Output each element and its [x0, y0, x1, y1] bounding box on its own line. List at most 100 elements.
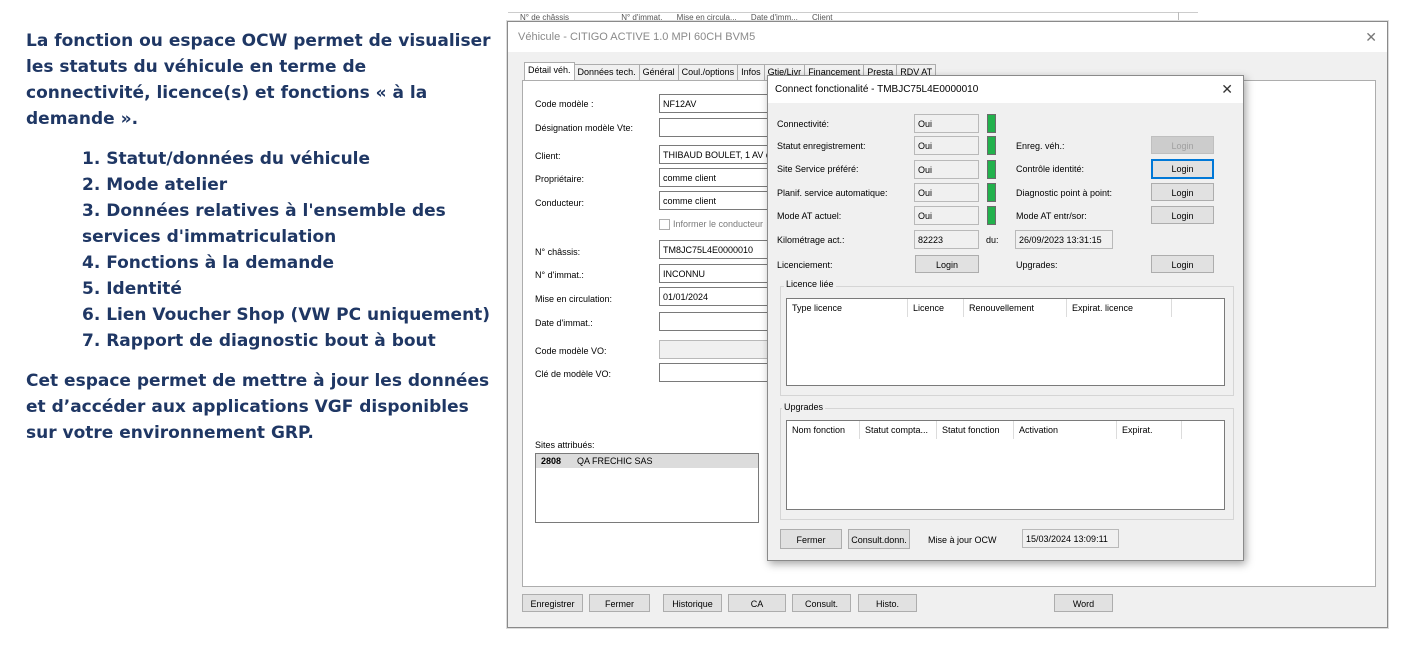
column-header-nom-fonction[interactable]: Nom fonction: [787, 421, 860, 439]
diagnostic-login-button[interactable]: Login: [1151, 183, 1214, 201]
window-title: Véhicule - CITIGO ACTIVE 1.0 MPI 60CH BV…: [518, 31, 756, 43]
licence-group-label: Licence liée: [784, 279, 836, 289]
tab-donnees-tech[interactable]: Données tech.: [573, 64, 640, 80]
statut-status-indicator: [987, 136, 996, 155]
controle-identite-login-button[interactable]: Login: [1151, 159, 1214, 179]
cle-vo-label: Clé de modèle VO:: [535, 369, 612, 379]
code-modele-field[interactable]: NF12AV: [659, 94, 779, 113]
cle-vo-field[interactable]: [659, 363, 779, 382]
mise-circulation-field[interactable]: 01/01/2024: [659, 287, 779, 306]
connect-dialog: Connect fonctionalité - TMBJC75L4E000001…: [767, 75, 1244, 561]
conducteur-label: Conducteur:: [535, 198, 585, 208]
du-field: 26/09/2023 13:31:15: [1015, 230, 1113, 249]
site-service-label: Site Service préféré:: [777, 164, 859, 174]
chassis-label: N° châssis:: [535, 247, 581, 257]
checkbox-box[interactable]: [659, 219, 670, 231]
connectivite-field: Oui: [914, 114, 979, 133]
feature-item: 2. Mode atelier: [82, 175, 228, 195]
fermer-button[interactable]: Fermer: [589, 594, 650, 612]
feature-list: 1. Statut/données du véhicule 2. Mode at…: [26, 146, 496, 354]
site-status-indicator: [987, 160, 996, 179]
immat-field[interactable]: INCONNU: [659, 264, 779, 283]
enreg-veh-login-button: Login: [1151, 136, 1214, 154]
site-service-field: Oui: [914, 160, 979, 179]
code-modele-label: Code modèle :: [535, 99, 594, 109]
proprietaire-label: Propriétaire:: [535, 174, 585, 184]
chassis-field[interactable]: TM8JC75L4E0000010: [659, 240, 779, 259]
vehicle-window-titlebar: Véhicule - CITIGO ACTIVE 1.0 MPI 60CH BV…: [508, 22, 1387, 52]
upgrades-group-label: Upgrades: [782, 402, 826, 412]
column-header-renouvellement[interactable]: Renouvellement: [964, 299, 1067, 317]
column-header-type-licence[interactable]: Type licence: [787, 299, 908, 317]
mode-at-field: Oui: [914, 206, 979, 225]
site-name: QA FRECHIC SAS: [577, 456, 653, 466]
informer-conducteur-checkbox[interactable]: Informer le conducteur: [659, 219, 764, 231]
fermer-button[interactable]: Fermer: [780, 529, 842, 549]
mode-at-status-indicator: [987, 206, 996, 225]
conducteur-field[interactable]: comme client: [659, 191, 779, 210]
tab-coul-options[interactable]: Coul./options: [677, 64, 739, 80]
mise-circulation-label: Mise en circulation:: [535, 294, 613, 304]
date-immat-field[interactable]: [659, 312, 779, 331]
designation-label: Désignation modèle Vte:: [535, 123, 634, 133]
code-vo-label: Code modèle VO:: [535, 346, 607, 356]
word-button[interactable]: Word: [1054, 594, 1113, 612]
upgrades-label: Upgrades:: [1016, 260, 1058, 270]
code-vo-field: [659, 340, 779, 359]
sites-list[interactable]: 2808 QA FRECHIC SAS: [535, 453, 759, 523]
feature-item: 4. Fonctions à la demande: [82, 253, 335, 273]
controle-identite-label: Contrôle identité:: [1016, 164, 1085, 174]
explanation-panel: La fonction ou espace OCW permet de visu…: [26, 28, 496, 446]
column-header-statut-fonction[interactable]: Statut fonction: [937, 421, 1014, 439]
sites-label: Sites attribués:: [535, 440, 595, 450]
column-header-licence[interactable]: Licence: [908, 299, 964, 317]
mode-at-entr-label: Mode AT entr/sor:: [1016, 211, 1087, 221]
mode-at-label: Mode AT actuel:: [777, 211, 842, 221]
statut-field: Oui: [914, 136, 979, 155]
designation-field[interactable]: [659, 118, 779, 137]
licenciement-label: Licenciement:: [777, 260, 833, 270]
proprietaire-field[interactable]: comme client: [659, 168, 779, 187]
tab-infos[interactable]: Infos: [737, 64, 765, 80]
histo-button[interactable]: Histo.: [858, 594, 917, 612]
client-field[interactable]: THIBAUD BOULET, 1 AV d: [659, 145, 779, 164]
close-icon[interactable]: ✕: [1365, 22, 1377, 52]
feature-item: 6. Lien Voucher Shop (VW PC uniquement): [82, 305, 491, 325]
enregistrer-button[interactable]: Enregistrer: [522, 594, 583, 612]
feature-item: 5. Identité: [82, 279, 182, 299]
date-immat-label: Date d'immat.:: [535, 318, 593, 328]
column-header-activation[interactable]: Activation: [1014, 421, 1117, 439]
vehicle-button-bar: Enregistrer Fermer Historique CA Consult…: [508, 589, 1387, 627]
du-label: du:: [986, 235, 999, 245]
column-header-expirat[interactable]: Expirat.: [1117, 421, 1182, 439]
consult-donn-button[interactable]: Consult.donn.: [848, 529, 910, 549]
feature-item: 3. Données relatives à l'ensemble des se…: [82, 201, 446, 247]
mode-at-entr-login-button[interactable]: Login: [1151, 206, 1214, 224]
tab-detail-veh[interactable]: Détail véh.: [524, 62, 575, 80]
outro-text: Cet espace permet de mettre à jour les d…: [26, 371, 490, 443]
connectivite-status-indicator: [987, 114, 996, 133]
column-header-statut-compta[interactable]: Statut compta...: [860, 421, 937, 439]
immat-label: N° d'immat.:: [535, 270, 584, 280]
diagnostic-label: Diagnostic point à point:: [1016, 188, 1113, 198]
intro-text: La fonction ou espace OCW permet de visu…: [26, 31, 491, 129]
feature-item: 1. Statut/données du véhicule: [82, 149, 371, 169]
ca-button[interactable]: CA: [728, 594, 786, 612]
list-item[interactable]: 2808 QA FRECHIC SAS: [536, 454, 758, 468]
kilometrage-label: Kilométrage act.:: [777, 235, 845, 245]
kilometrage-field: 82223: [914, 230, 979, 249]
informer-label: Informer le conducteur: [673, 219, 764, 229]
licenciement-login-button[interactable]: Login: [915, 255, 979, 273]
maj-ocw-field: 15/03/2024 13:09:11: [1022, 529, 1119, 548]
client-label: Client:: [535, 151, 561, 161]
statut-label: Statut enregistrement:: [777, 141, 866, 151]
upgrades-login-button[interactable]: Login: [1151, 255, 1214, 273]
upgrades-list[interactable]: Nom fonction Statut compta... Statut fon…: [786, 420, 1225, 510]
licence-list[interactable]: Type licence Licence Renouvellement Expi…: [786, 298, 1225, 386]
consult-button[interactable]: Consult.: [792, 594, 851, 612]
connect-dialog-titlebar: Connect fonctionalité - TMBJC75L4E000001…: [768, 76, 1243, 103]
tab-general[interactable]: Général: [638, 64, 679, 80]
close-icon[interactable]: ✕: [1221, 76, 1233, 103]
column-header-expirat-licence[interactable]: Expirat. licence: [1067, 299, 1172, 317]
historique-button[interactable]: Historique: [663, 594, 722, 612]
